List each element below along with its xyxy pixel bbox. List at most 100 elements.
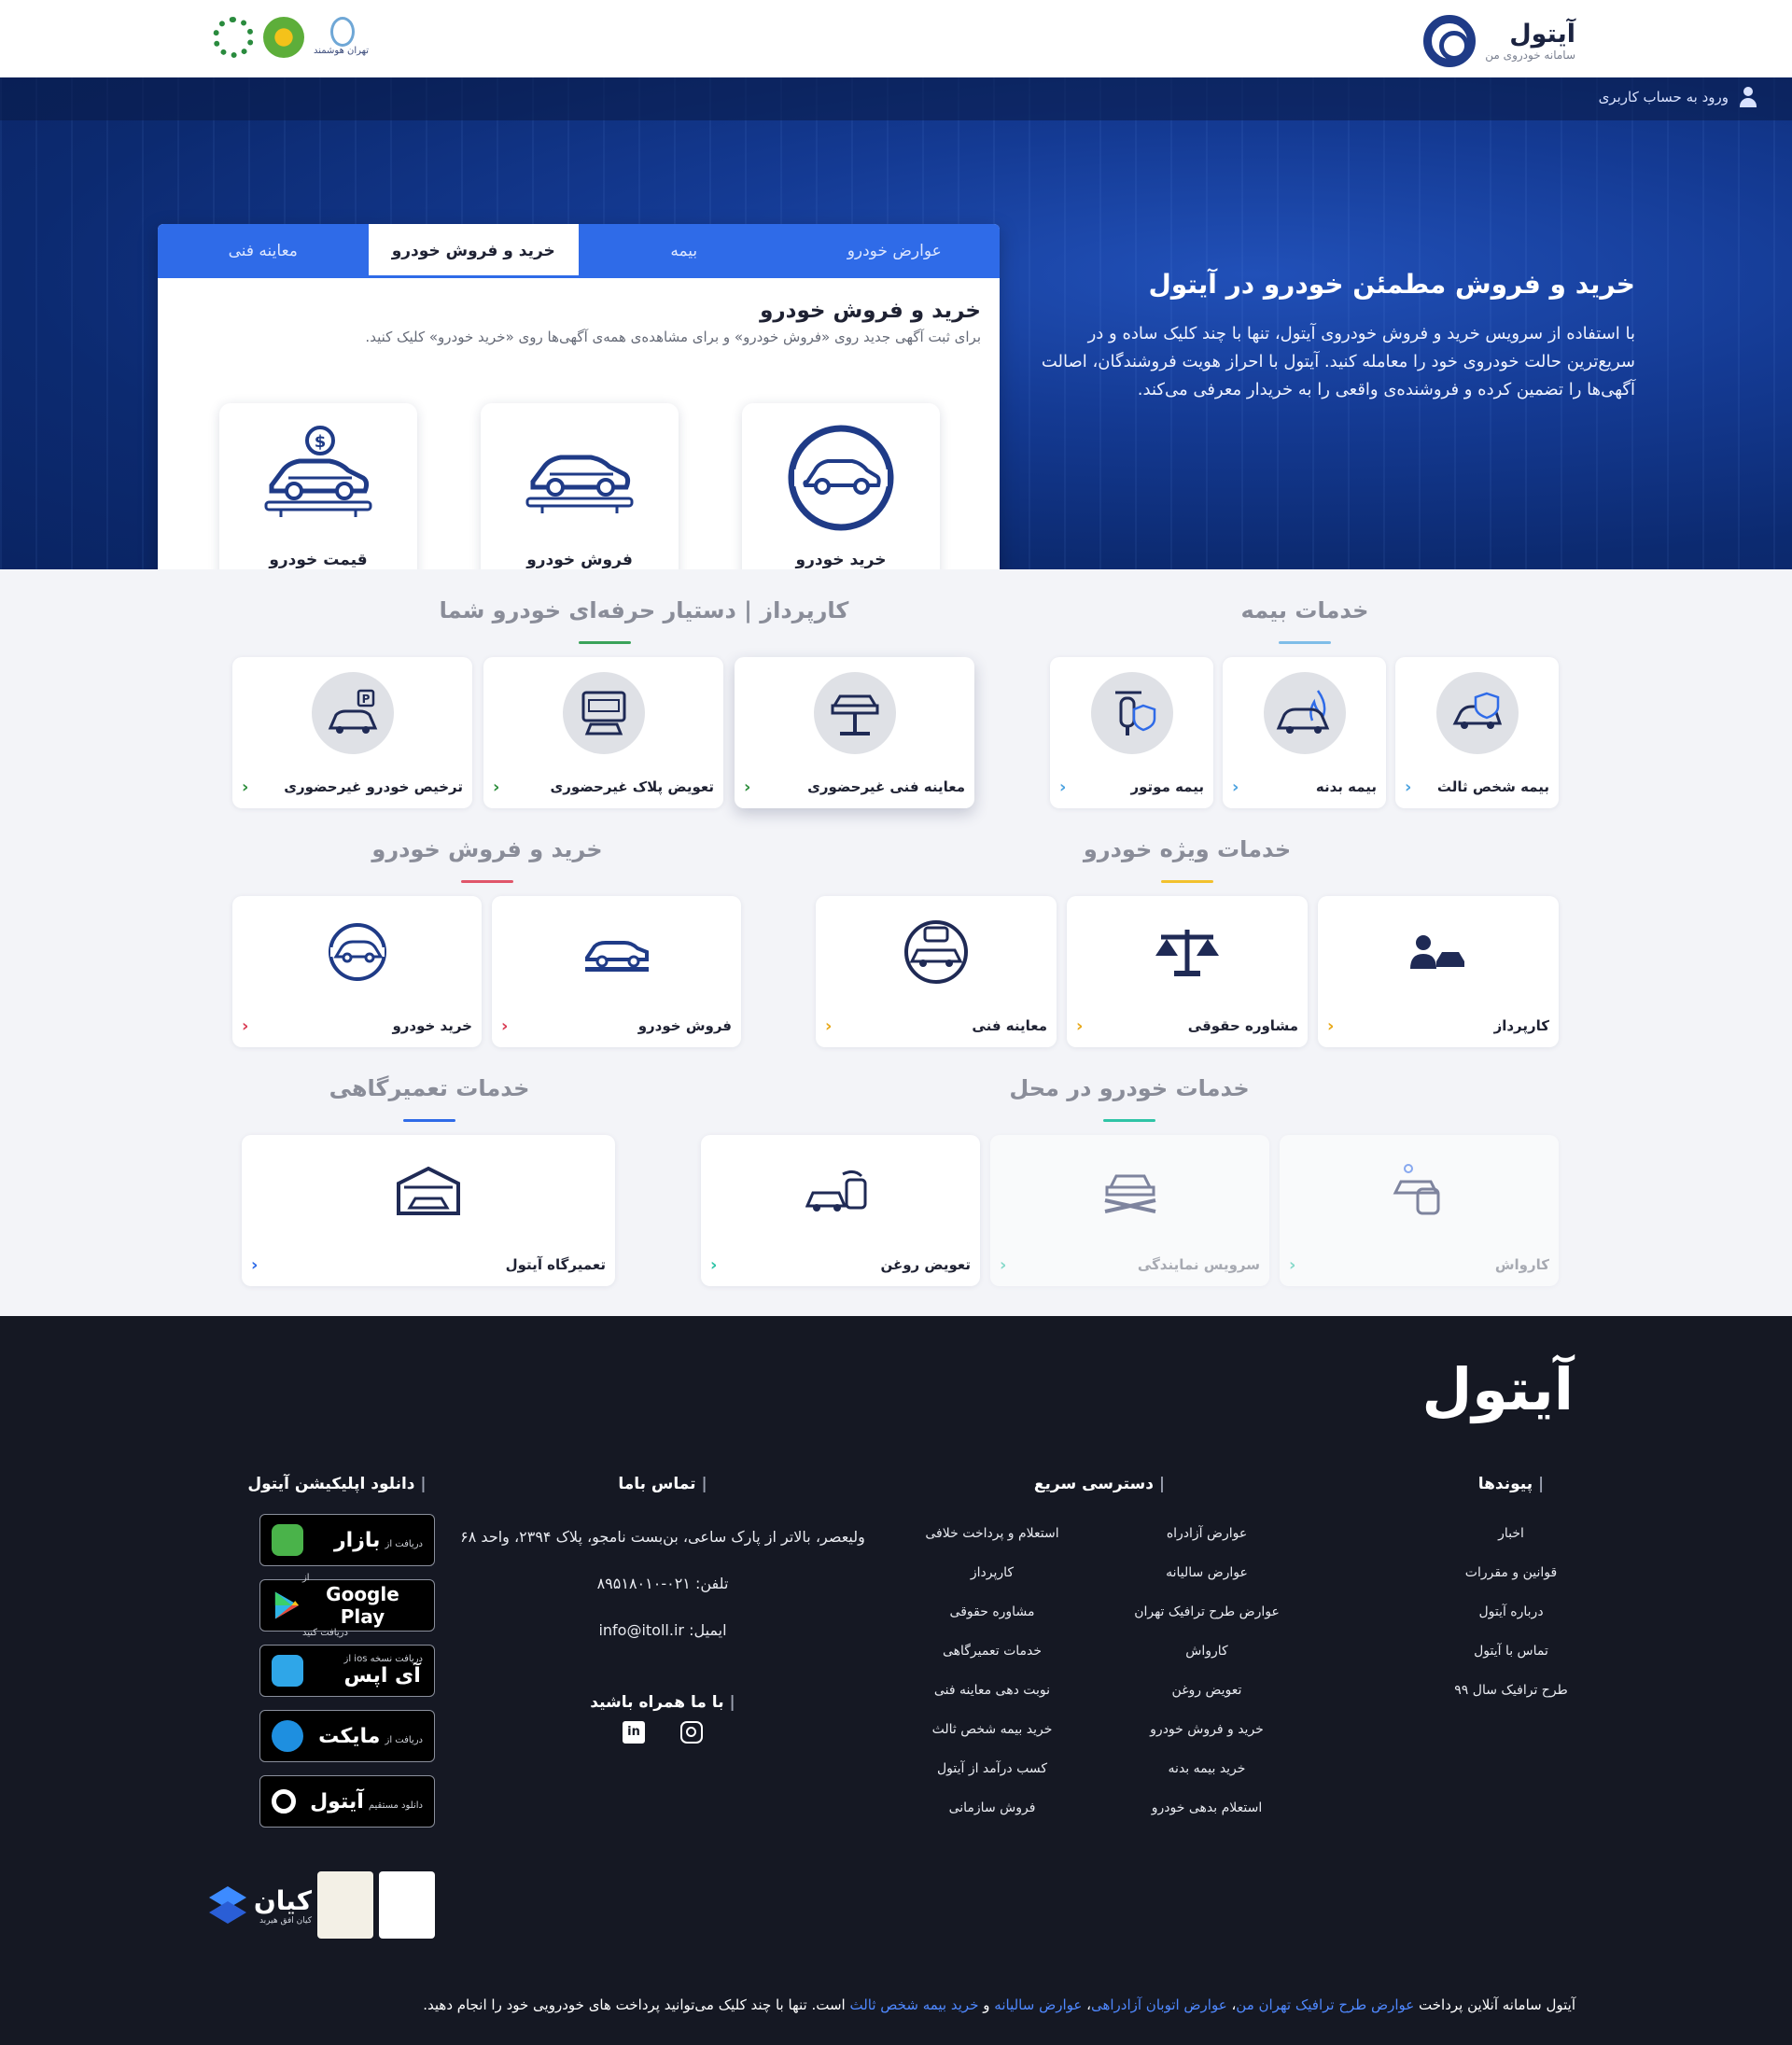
quick-access-list: عوارض آزادراه عوارض سالیانه عوارض طرح تر… [885,1514,1314,1828]
quick-link[interactable]: فروش سازمانی [885,1788,1099,1828]
repair-underline [403,1119,455,1122]
footer: آیتول پیوندها اخبار قوانین و مقررات دربا… [0,1316,1792,2045]
linkedin-icon[interactable]: in [623,1721,645,1744]
instagram-icon[interactable] [680,1721,703,1744]
chevron-left-icon: ‹ [501,1016,509,1036]
samandehi-badge[interactable] [317,1871,373,1939]
remote-inspection-card[interactable]: معاینه فنی غیرحضوری ‹ [735,657,974,808]
trade-buy-label: خرید خودرو [392,1017,472,1034]
google-play-text: از Google Play دریافت کنید [301,1573,399,1638]
quick-access-right: عوارض آزادراه عوارض سالیانه عوارض طرح تر… [1099,1514,1314,1828]
footer-link-contact[interactable]: تماس با آیتول [1441,1632,1581,1671]
quick-link[interactable]: عوارض طرح ترافیک تهران [1099,1592,1314,1632]
car-price-label: قیمت خودرو [269,551,368,569]
iapps-store-button[interactable]: دریافت نسخه ios از آی اپس [259,1645,435,1697]
special-inspection-card[interactable]: معاینه فنی ‹ [816,896,1057,1047]
kian-badge[interactable]: کیان کیان افق هیربد [207,1884,312,1926]
phone-line: تلفن: ۰۲۱-۸۹۵۱۸۰۱۰ [448,1561,877,1607]
motorcycle-shield-icon [1090,672,1173,754]
chevron-left-icon: ‹ [251,1255,259,1275]
note-link-annual[interactable]: عوارض سالیانه [994,1996,1082,2013]
sell-car-card[interactable]: فروش خودرو [481,403,679,569]
iapps-text: دریافت نسخه ios از آی اپس [343,1654,424,1688]
footer-logo[interactable]: آیتول [1421,1355,1575,1423]
quick-link[interactable]: خرید بیمه شخص ثالث [885,1710,1099,1749]
car-price-card[interactable]: $ قیمت خودرو [219,403,417,569]
chevron-left-icon: ‹ [1232,777,1239,797]
note-link-insurance[interactable]: خرید بیمه شخص ثالث [849,1996,978,2013]
quick-link[interactable]: کارواش [1099,1632,1314,1671]
quick-link[interactable]: کارپرداز [885,1553,1099,1592]
direct-download-button[interactable]: دانلود مستقیم آیتول [259,1775,435,1828]
panel-description: برای ثبت آگهی جدید روی «فروش خودرو» و بر… [365,329,981,345]
car-circle-icon [788,425,894,531]
dealer-service-card[interactable]: سرویس نمایندگی ‹ [990,1135,1269,1286]
legal-advice-card[interactable]: مشاوره حقوقی ‹ [1067,896,1308,1047]
kian-logo-icon [208,1886,246,1924]
chevron-left-icon: ‹ [242,1016,249,1036]
google-play-button[interactable]: از Google Play دریافت کنید [259,1573,435,1638]
note-link-traffic[interactable]: عوارض طرح ترافیک تهران من [1236,1996,1414,2013]
hero-strip: ورود به حساب کاربری [0,77,1792,120]
trade-sell-card[interactable]: فروش خودرو ‹ [492,896,741,1047]
contact-column: تماس باما ولیعصر، بالاتر از پارک ساعی، ب… [448,1475,877,1744]
quick-link[interactable]: استعلام بدهی خودرو [1099,1788,1314,1828]
footer-link-news[interactable]: اخبار [1441,1514,1581,1553]
quick-link[interactable]: مشاوره حقوقی [885,1592,1099,1632]
car-release-card[interactable]: P ترخیص خودرو غیرحضوری ‹ [232,657,472,808]
carwash-card[interactable]: کارواش ‹ [1280,1135,1559,1286]
quick-link[interactable]: نوبت دهی معاینه فنی [885,1671,1099,1710]
phone-number[interactable]: ۰۲۱-۸۹۵۱۸۰۱۰ [597,1575,691,1592]
quick-link[interactable]: خدمات تعمیرگاهی [885,1632,1099,1671]
bazaar-store-button[interactable]: دریافت از بازار [259,1514,435,1566]
oil-change-card[interactable]: تعویض روغن ‹ [701,1135,980,1286]
footer-link-rules[interactable]: قوانین و مقررات [1441,1553,1581,1592]
tab-insurance[interactable]: بیمه [579,224,790,278]
footer-link-traffic-99[interactable]: طرح ترافیک سال ۹۹ [1441,1671,1581,1710]
plate-change-card[interactable]: تعویض پلاک غیرحضوری ‹ [483,657,723,808]
google-play-icon [274,1591,300,1619]
footer-link-about[interactable]: درباره آیتول [1441,1592,1581,1632]
karpardaz-card[interactable]: کارپرداز ‹ [1318,896,1559,1047]
car-price-icon: $ [264,426,372,517]
quick-link[interactable]: کسب درآمد از آیتول [885,1749,1099,1788]
karpardaz-section-title: کارپرداز | دستیار حرفه‌ای خودرو شما [439,597,849,623]
site-logo[interactable]: آیتول سامانه خودروی من [1423,15,1575,67]
quick-link[interactable]: تعویض روغن [1099,1671,1314,1710]
note-and: و [983,1996,990,2013]
trade-buy-card[interactable]: خرید خودرو ‹ [232,896,482,1047]
kian-sub-text: کیان افق هیربد [259,1915,312,1926]
quick-link[interactable]: عوارض آزادراه [1099,1514,1314,1553]
special-section-title: خدمات ویژه خودرو [1083,836,1292,862]
tab-car-trade[interactable]: خرید و فروش خودرو [368,224,579,278]
email-address[interactable]: info@itoll.ir [598,1621,684,1639]
body-insurance-card[interactable]: بیمه بدنه ‹ [1223,657,1386,808]
action-cards: خرید خودرو فروش خودرو $ قیمت خودرو [219,403,940,569]
quick-link[interactable]: استعلام و پرداخت خلافی [885,1514,1099,1553]
buy-car-card[interactable]: خرید خودرو [742,403,940,569]
carwash-label: کارواش [1494,1256,1549,1273]
third-party-insurance-card[interactable]: بیمه شخص ثالث ‹ [1395,657,1559,808]
brand-tagline: سامانه خودروی من [1485,49,1575,62]
enamad-badge[interactable] [379,1871,435,1939]
repair-shop-card[interactable]: تعمیرگاه آیتول ‹ [242,1135,615,1286]
quick-link[interactable]: خرید بیمه بدنه [1099,1749,1314,1788]
onsite-section-title: خدمات خودرو در محل [1009,1075,1250,1101]
note-link-freeway[interactable]: عوارض اتوبان آزادراهی [1091,1996,1227,2013]
tab-inspection[interactable]: معاینه فنی [158,224,369,278]
myket-store-button[interactable]: دریافت از مایکت [259,1710,435,1762]
tab-bar: عوارض خودرو بیمه خرید و فروش خودرو معاین… [158,224,1000,278]
chevron-left-icon: ‹ [1076,1016,1084,1036]
quick-link[interactable]: عوارض سالیانه [1099,1553,1314,1592]
tab-tolls[interactable]: عوارض خودرو [790,224,1001,278]
car-lift-icon [813,672,896,754]
car-inspection-icon [895,911,977,993]
login-link[interactable]: ورود به حساب کاربری [1599,87,1758,107]
footer-note: آیتول سامانه آنلاین پرداخت عوارض طرح ترا… [423,1996,1575,2013]
motor-insurance-card[interactable]: بیمه موتور ‹ [1050,657,1213,808]
car-wash-icon [1379,1150,1461,1232]
scales-icon [1146,911,1228,993]
quick-link[interactable]: خرید و فروش خودرو [1099,1710,1314,1749]
tab-panel: خرید و فروش خودرو برای ثبت آگهی جدید روی… [158,278,1000,345]
tehran-municipality-logo [213,17,254,58]
